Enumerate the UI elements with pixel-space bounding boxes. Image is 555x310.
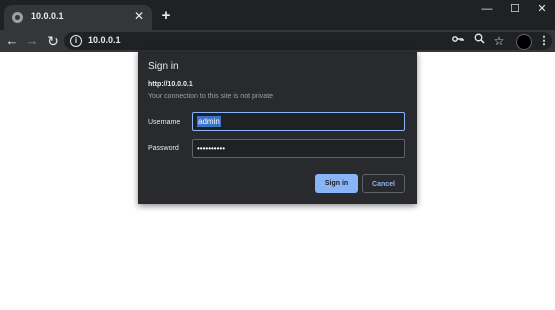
minimize-button[interactable]: — bbox=[474, 0, 500, 18]
globe-icon bbox=[12, 12, 23, 23]
browser-tab[interactable]: 10.0.0.1 ✕ bbox=[4, 5, 152, 30]
password-field[interactable]: •••••••••• bbox=[192, 139, 405, 158]
browser-toolbar: ← → ↻ i 10.0.0.1 ☆ ⋮ bbox=[0, 30, 555, 52]
window-close-button[interactable]: ✕ bbox=[529, 0, 555, 18]
sign-in-dialog: Sign in http://10.0.0.1 Your connection … bbox=[138, 51, 417, 204]
reload-button[interactable]: ↻ bbox=[44, 32, 62, 50]
bookmark-star-icon[interactable]: ☆ bbox=[491, 33, 507, 49]
tab-strip: 10.0.0.1 ✕ + — ☐ ✕ bbox=[0, 0, 555, 30]
avatar[interactable] bbox=[516, 34, 532, 50]
zoom-icon[interactable] bbox=[471, 33, 487, 49]
password-label: Password bbox=[148, 145, 179, 152]
username-field[interactable]: admin bbox=[192, 112, 405, 131]
username-value[interactable]: admin bbox=[197, 116, 221, 127]
password-value[interactable]: •••••••••• bbox=[197, 143, 225, 154]
privacy-warning: Your connection to this site is not priv… bbox=[148, 93, 274, 100]
sign-in-button[interactable]: Sign in bbox=[315, 174, 358, 193]
tab-title: 10.0.0.1 bbox=[31, 11, 64, 21]
tab-close-icon[interactable]: ✕ bbox=[132, 9, 146, 23]
key-icon[interactable] bbox=[450, 33, 466, 49]
forward-button[interactable]: → bbox=[23, 32, 41, 50]
dialog-title: Sign in bbox=[148, 61, 179, 72]
new-tab-button[interactable]: + bbox=[158, 8, 174, 24]
maximize-button[interactable]: ☐ bbox=[502, 0, 528, 18]
dialog-origin: http://10.0.0.1 bbox=[148, 81, 193, 88]
menu-icon[interactable]: ⋮ bbox=[536, 33, 552, 49]
info-icon[interactable]: i bbox=[70, 35, 82, 47]
cancel-button[interactable]: Cancel bbox=[362, 174, 405, 193]
username-label: Username bbox=[148, 119, 181, 126]
back-button[interactable]: ← bbox=[3, 32, 21, 50]
url-text[interactable]: 10.0.0.1 bbox=[88, 35, 121, 45]
address-bar[interactable]: i 10.0.0.1 ☆ ⋮ bbox=[64, 32, 552, 50]
